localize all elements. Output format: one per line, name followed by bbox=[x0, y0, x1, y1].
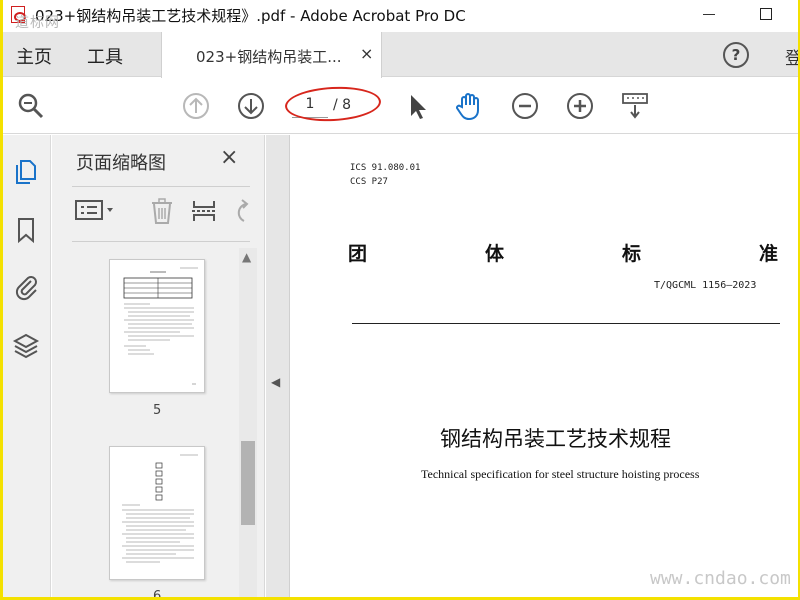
thumbnail-options-icon[interactable] bbox=[74, 197, 116, 227]
ics-code: ICS 91.080.01 bbox=[350, 163, 421, 173]
document-title-cn: 钢结构吊装工艺技术规程 bbox=[440, 427, 671, 451]
thumbnail-scrollbar[interactable]: ▲ bbox=[239, 248, 257, 597]
insert-page-icon[interactable] bbox=[190, 197, 218, 229]
watermark-url: www.cndao.com bbox=[650, 568, 791, 589]
page-thumbnails-icon[interactable] bbox=[11, 157, 41, 187]
standard-type-heading: 团 体 标 准 bbox=[348, 239, 778, 266]
navigation-pane bbox=[3, 135, 51, 597]
search-zoom-icon[interactable] bbox=[15, 90, 47, 122]
panel-title: 页面缩略图 bbox=[76, 153, 166, 174]
document-tab-label: 023+钢结构吊装工... bbox=[196, 48, 342, 66]
bookmarks-icon[interactable] bbox=[11, 215, 41, 245]
document-tab-close-button[interactable]: × bbox=[360, 44, 373, 63]
toolbar bbox=[3, 78, 798, 134]
watermark-logo-text: 道标网 bbox=[15, 15, 60, 31]
collapse-panel-arrow-icon[interactable]: ◀ bbox=[271, 375, 280, 389]
menu-bar: 主页 工具 023+钢结构吊装工... × ? 登 bbox=[3, 32, 798, 78]
thumbnail-page-label: 6 bbox=[153, 589, 162, 597]
page-thumbnail[interactable] bbox=[109, 259, 205, 393]
heading-char: 团 bbox=[348, 243, 368, 265]
menu-home[interactable]: 主页 bbox=[16, 43, 52, 69]
heading-char: 标 bbox=[621, 243, 641, 265]
divider bbox=[72, 241, 250, 242]
heading-char: 准 bbox=[758, 243, 778, 265]
attachments-icon[interactable] bbox=[11, 271, 41, 301]
layers-icon[interactable] bbox=[11, 331, 41, 361]
scrollbar-thumb[interactable] bbox=[241, 441, 255, 525]
classification-codes: ICS 91.080.01 CCS P27 bbox=[350, 161, 420, 189]
minimize-button[interactable] bbox=[703, 14, 715, 15]
acrobat-window: 023+钢结构吊装工艺技术规程》.pdf - Adobe Acrobat Pro… bbox=[3, 0, 798, 597]
horizontal-rule bbox=[352, 323, 780, 324]
pdf-page: ICS 91.080.01 CCS P27 团 体 标 准 T/QGCML 11… bbox=[289, 135, 798, 597]
title-bar: 023+钢结构吊装工艺技术规程》.pdf - Adobe Acrobat Pro… bbox=[3, 0, 798, 30]
thumbnail-panel: 页面缩略图 × 5 6 ▲ bbox=[52, 135, 265, 597]
maximize-button[interactable] bbox=[760, 8, 772, 20]
rotate-page-icon[interactable] bbox=[232, 197, 254, 229]
thumbnail-page-label: 5 bbox=[153, 403, 162, 418]
divider bbox=[72, 186, 250, 187]
ccs-code: CCS P27 bbox=[350, 177, 388, 187]
keyboard-scroll-icon[interactable] bbox=[619, 90, 651, 122]
standard-number: T/QGCML 1156—2023 bbox=[654, 280, 757, 291]
page-down-icon[interactable] bbox=[235, 90, 267, 122]
document-tab[interactable]: 023+钢结构吊装工... × bbox=[161, 32, 382, 78]
page-thumbnail[interactable] bbox=[109, 446, 205, 580]
menu-tools[interactable]: 工具 bbox=[87, 43, 123, 69]
window-title: 023+钢结构吊装工艺技术规程》.pdf - Adobe Acrobat Pro… bbox=[35, 7, 466, 25]
delete-page-icon[interactable] bbox=[148, 197, 176, 229]
heading-char: 体 bbox=[484, 243, 504, 265]
zoom-out-icon[interactable] bbox=[509, 90, 541, 122]
hand-tool-icon[interactable] bbox=[453, 90, 485, 122]
help-icon[interactable]: ? bbox=[723, 42, 749, 68]
panel-close-button[interactable]: × bbox=[220, 145, 238, 170]
scroll-up-arrow-icon[interactable]: ▲ bbox=[242, 250, 251, 264]
sign-in-link[interactable]: 登 bbox=[785, 44, 798, 69]
document-title-en: Technical specification for steel struct… bbox=[421, 467, 700, 481]
page-up-icon[interactable] bbox=[180, 90, 212, 122]
select-arrow-icon[interactable] bbox=[401, 90, 433, 122]
zoom-in-icon[interactable] bbox=[564, 90, 596, 122]
